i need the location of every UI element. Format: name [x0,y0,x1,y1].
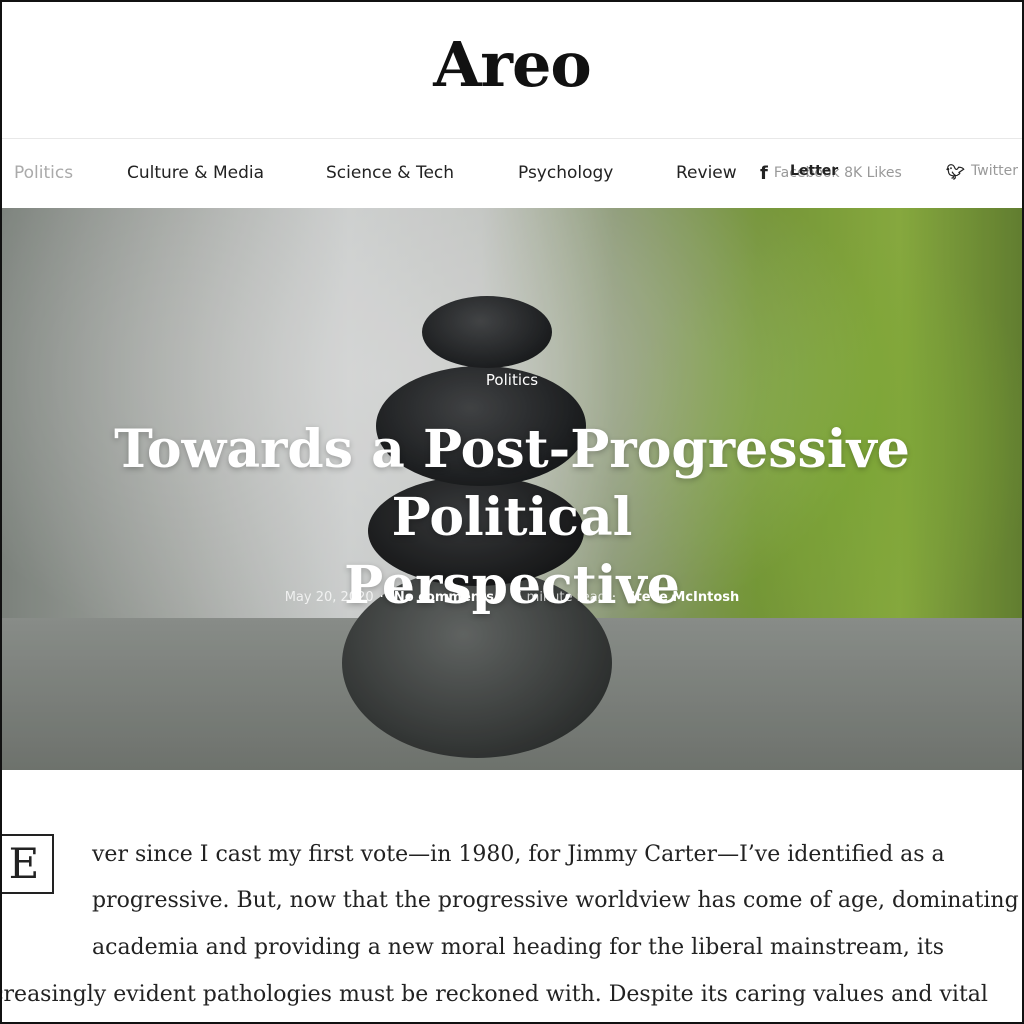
read-time: 5 minute read [514,590,606,605]
twitter-label: Twitter [971,163,1018,179]
nav-item-politics[interactable]: Politics [14,163,73,183]
facebook-icon: f [760,163,768,184]
nav-item-psychology[interactable]: Psychology [518,163,613,183]
site-logo[interactable]: Areo [2,28,1022,101]
article-line-3: academia and providing a new moral headi… [92,935,944,960]
nav-item-science-tech[interactable]: Science & Tech [326,163,454,183]
main-nav: Politics Culture & Media Science & Tech … [2,138,1022,208]
twitter-icon: 🐦︎ [946,163,966,181]
comments-link[interactable]: No comments [394,590,494,605]
hero-image: Politics Towards a Post-Progressive Poli… [2,208,1022,770]
nav-item-review[interactable]: Review [676,163,737,183]
hero-category-link[interactable]: Politics [2,371,1022,389]
masthead: Areo [2,2,1022,139]
article-line-4: increasingly evident pathologies must be… [2,982,988,1007]
drop-cap: E [2,834,54,894]
newsletter-link[interactable]: Letter [790,163,838,179]
article-title-line-1: Towards a Post-Progressive Political [114,419,910,548]
article-title-line-2: Perspective [344,555,680,616]
author-link[interactable]: Steve McIntosh [626,590,739,605]
nav-item-culture-media[interactable]: Culture & Media [127,163,264,183]
article-line-1: ver since I cast my first vote—in 1980, … [92,842,945,867]
page-frame: Areo Politics Culture & Media Science & … [0,0,1024,1024]
article-body: E ver since I cast my first vote—in 1980… [2,770,1022,1022]
article-date: May 20, 2020 [284,590,374,605]
twitter-link[interactable]: 🐦︎ Twitter [946,163,1018,181]
article-meta: May 20, 2020 · No comments · 5 minute read… [284,590,740,605]
article-line-2: progressive. But, now that the progressi… [92,888,1019,913]
